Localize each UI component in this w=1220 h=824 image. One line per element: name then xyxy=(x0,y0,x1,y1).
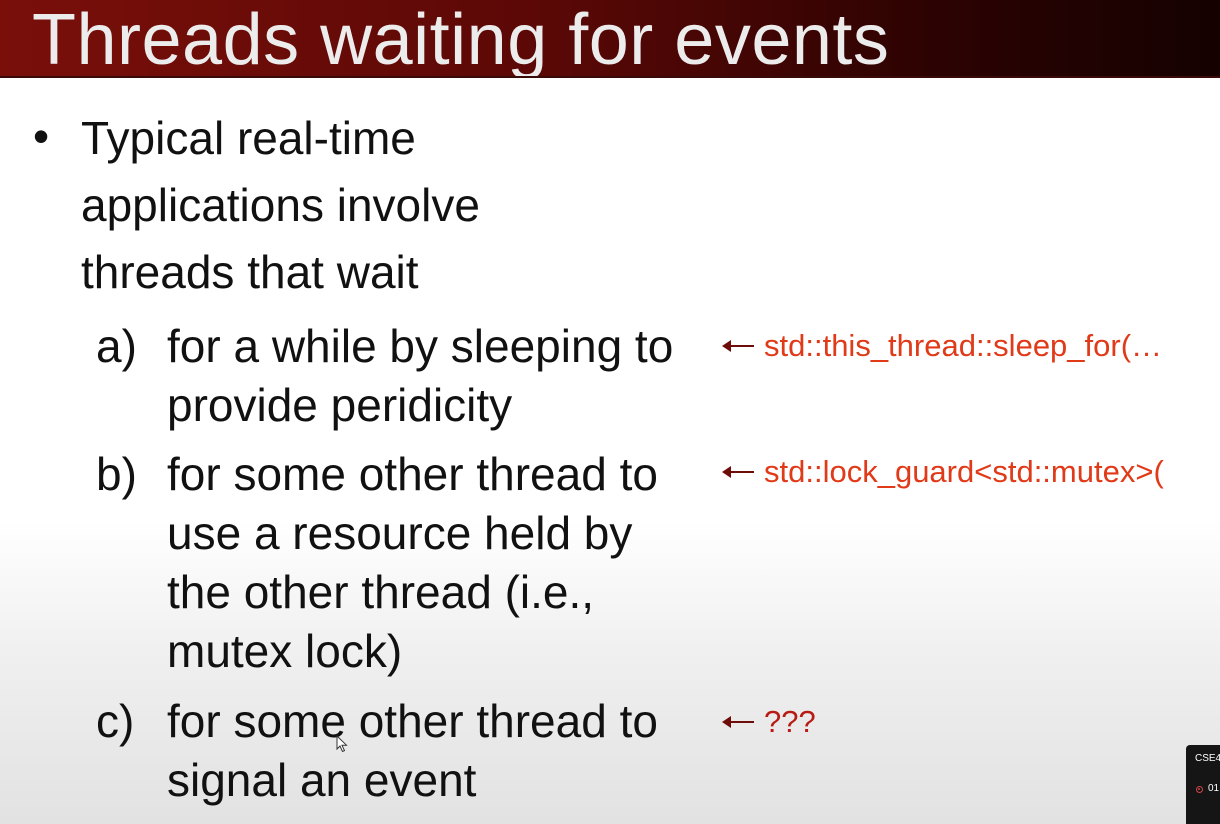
item-c-line-1: for some other thread to xyxy=(167,695,658,747)
overlay-time: 01 xyxy=(1208,783,1220,794)
slide-title: Threads waiting for events xyxy=(32,0,890,78)
annotation-c: ??? xyxy=(722,702,816,742)
item-b-line-4: mutex lock) xyxy=(167,625,403,677)
left-arrow-icon xyxy=(722,712,754,732)
slide: Threads waiting for events • Typical rea… xyxy=(0,0,1220,824)
annotation-b: std::lock_guard<std::mutex>( xyxy=(722,452,1164,492)
item-marker-a: a) xyxy=(96,320,137,372)
item-c-line-2: signal an event xyxy=(167,754,477,806)
left-arrow-icon xyxy=(722,462,754,482)
item-marker-b: b) xyxy=(96,448,137,500)
record-icon xyxy=(1196,786,1203,793)
recording-overlay-card[interactable]: CSE4 01 xyxy=(1186,745,1220,824)
annotation-b-text: std::lock_guard<std::mutex>( xyxy=(764,454,1164,489)
annotation-a-text: std::this_thread::sleep_for(… xyxy=(764,328,1163,363)
item-b-line-1: for some other thread to xyxy=(167,448,658,500)
item-b-line-3: the other thread (i.e., xyxy=(167,566,595,618)
item-a-line-1: for a while by sleeping to xyxy=(167,320,674,372)
annotation-a: std::this_thread::sleep_for(… xyxy=(722,326,1162,366)
title-bar: Threads waiting for events xyxy=(0,0,1220,78)
item-a-line-2: provide peridicity xyxy=(167,379,513,431)
overlay-label: CSE4 xyxy=(1195,753,1220,764)
bullet-line-2: applications involve xyxy=(81,179,480,231)
bullet-line-1: Typical real-time xyxy=(81,112,416,164)
bullet-line-3: threads that wait xyxy=(81,246,419,298)
annotation-c-text: ??? xyxy=(764,704,816,739)
item-b-line-2: use a resource held by xyxy=(167,507,633,559)
bullet-icon: • xyxy=(33,110,50,162)
item-marker-c: c) xyxy=(96,695,135,747)
mouse-cursor-icon xyxy=(336,735,348,753)
left-arrow-icon xyxy=(722,336,754,356)
